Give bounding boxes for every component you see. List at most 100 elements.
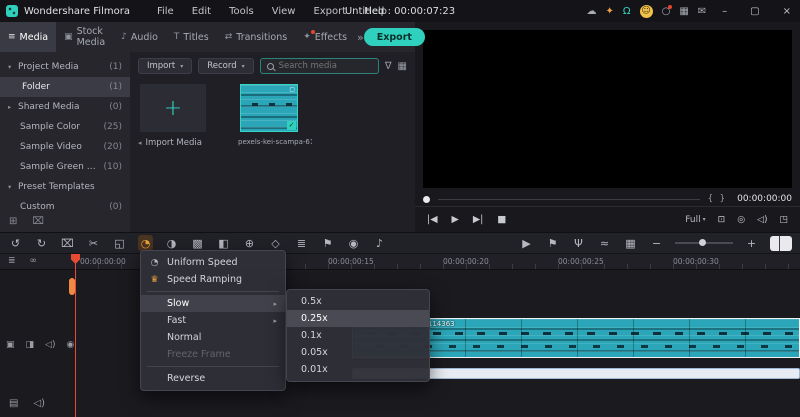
menubar-item-edit[interactable]: Edit (183, 6, 220, 17)
undo-button[interactable]: ↺ (8, 235, 23, 251)
tab-titles[interactable]: T Titles (166, 22, 217, 52)
audio-track-header-icon[interactable]: ▤ (9, 398, 18, 409)
redo-button[interactable]: ↻ (34, 235, 49, 251)
timeline-display-toggle[interactable] (770, 235, 792, 251)
track-solo-button[interactable]: ◉ (66, 340, 74, 350)
import-media-label[interactable]: ◂ Import Media (138, 138, 202, 148)
clip-trim-handle[interactable] (69, 278, 75, 295)
delete-folder-button[interactable]: ⌧ (32, 216, 44, 227)
render-preview-button[interactable]: ▶ (519, 235, 534, 251)
crop-button[interactable]: ◱ (112, 235, 127, 251)
tab-transitions[interactable]: ⇄ Transitions (217, 22, 295, 52)
sidebar-item-folder[interactable]: Folder (1) (0, 77, 130, 97)
tab-media[interactable]: ≡ Media (0, 22, 57, 52)
filter-button[interactable]: ∇ (385, 61, 392, 72)
audio-track-mute-button[interactable]: ◁) (33, 398, 45, 409)
mixer-panel-button[interactable]: ▦ (623, 235, 638, 251)
sidebar-item-custom[interactable]: Custom (0) (0, 197, 130, 217)
manage-tracks-button[interactable]: ≣ (8, 256, 16, 266)
feedback-mail-icon[interactable]: ✉ (698, 6, 706, 17)
track-options-button[interactable]: ▣ (6, 340, 15, 350)
volume-button[interactable]: ◁) (757, 215, 767, 225)
snapshot-button[interactable]: ◎ (737, 215, 745, 225)
new-folder-button[interactable]: ⊞ (9, 216, 17, 227)
track-height-button[interactable]: ◨ (26, 340, 35, 350)
sidebar-item-sample-green-screen[interactable]: Sample Green Screen (10) (0, 157, 130, 177)
submenu-item-0-05x[interactable]: 0.05x (287, 344, 429, 361)
tab-stock-media[interactable]: ▣ Stock Media (56, 22, 113, 52)
sidebar-item-project-media[interactable]: ▾ Project Media (1) (0, 57, 130, 77)
notifications-bell-icon[interactable]: ○ (662, 4, 672, 17)
grid-view-button[interactable]: ▦ (398, 61, 407, 72)
record-button-toolbar[interactable]: ◉ (346, 235, 361, 251)
more-tabs-button[interactable]: » (357, 31, 364, 44)
timeline-toolbar: ↺ ↻ ⌧ ✂ ◱ ◔ ◑ ▩ ◧ ⊕ ◇ ≣ ⚑ ◉ ♪ ▶ ⚑ Ψ ≈ ▦ … (0, 232, 800, 254)
menu-item-fast[interactable]: Fast ▸ (141, 312, 285, 329)
zoom-slider-handle[interactable] (699, 239, 706, 246)
timeline-ruler[interactable]: 00:00:00:00 00:00:00:15 00:00:00:20 00:0… (0, 254, 800, 270)
menu-item-normal[interactable]: Normal (141, 329, 285, 346)
stop-button[interactable]: ■ (497, 214, 506, 225)
marker-button[interactable]: ⚑ (320, 235, 335, 251)
playback-quality-dropdown[interactable]: Full ▾ (685, 215, 705, 225)
menu-item-slow[interactable]: Slow ▸ (141, 295, 285, 312)
motion-tracking-button[interactable]: ⊕ (242, 235, 257, 251)
mark-in-out-icons[interactable]: { } (708, 194, 728, 204)
sidebar-item-shared-media[interactable]: ▸ Shared Media (0) (0, 97, 130, 117)
menu-item-reverse[interactable]: Reverse (141, 370, 285, 387)
submenu-item-0-01x[interactable]: 0.01x (287, 361, 429, 378)
submenu-item-0-1x[interactable]: 0.1x (287, 327, 429, 344)
maximize-button[interactable]: ▢ (743, 6, 766, 17)
mask-button[interactable]: ▩ (190, 235, 205, 251)
delete-button[interactable]: ⌧ (60, 235, 75, 251)
menu-item-uniform-speed[interactable]: ◔ Uniform Speed (141, 254, 285, 271)
submenu-item-0-25x[interactable]: 0.25x (287, 310, 429, 327)
import-button[interactable]: Import ▾ (138, 58, 193, 74)
menu-item-speed-ramping[interactable]: ♛ Speed Ramping (141, 271, 285, 288)
menubar-item-view[interactable]: View (263, 6, 305, 17)
user-avatar[interactable]: ☺ (639, 4, 653, 18)
tab-effects[interactable]: ✦ Effects (295, 22, 355, 52)
split-button[interactable]: ✂ (86, 235, 101, 251)
keyframe-button[interactable]: ◇ (268, 235, 283, 251)
play-button[interactable]: ▶ (452, 214, 459, 225)
submenu-item-0-5x[interactable]: 0.5x (287, 293, 429, 310)
seek-track[interactable] (438, 198, 700, 200)
fit-to-screen-button[interactable]: ⊡ (718, 215, 726, 225)
audio-mixer-button[interactable]: ≣ (294, 235, 309, 251)
snap-toggle-button[interactable]: ∞ (30, 256, 38, 266)
menubar-item-file[interactable]: File (148, 6, 183, 17)
fullscreen-button[interactable]: ◳ (779, 215, 788, 225)
chroma-key-button[interactable]: ◧ (216, 235, 231, 251)
minimize-button[interactable]: – (715, 6, 734, 17)
track-mute-button[interactable]: ◁) (45, 340, 55, 350)
audio-stretch-button[interactable]: ≈ (597, 235, 612, 251)
audio-sync-button[interactable]: ♪ (372, 235, 387, 251)
sidebar-item-sample-video[interactable]: Sample Video (20) (0, 137, 130, 157)
next-frame-button[interactable]: ▶| (473, 214, 484, 225)
record-button[interactable]: Record ▾ (198, 58, 254, 74)
zoom-out-button[interactable]: − (649, 235, 664, 251)
workspace-layout-icon[interactable]: ▦ (679, 6, 688, 17)
close-button[interactable]: × (776, 6, 798, 17)
media-thumbnail[interactable]: ▢ ✓ (240, 84, 298, 132)
sidebar-item-preset-templates[interactable]: ▾ Preset Templates (0, 177, 130, 197)
promotion-icon[interactable]: ✦ (606, 6, 614, 17)
support-headset-icon[interactable]: Ω (623, 6, 631, 17)
search-input[interactable] (278, 61, 372, 71)
tab-label: Effects (314, 31, 348, 43)
speed-button[interactable]: ◔ (138, 235, 153, 251)
voiceover-button[interactable]: Ψ (571, 235, 586, 251)
sidebar-item-sample-color[interactable]: Sample Color (25) (0, 117, 130, 137)
tab-audio[interactable]: ♪ Audio (113, 22, 166, 52)
cloud-sync-icon[interactable]: ☁ (587, 6, 597, 17)
color-correction-button[interactable]: ◑ (164, 235, 179, 251)
add-marker-button[interactable]: ⚑ (545, 235, 560, 251)
zoom-in-button[interactable]: + (744, 235, 759, 251)
previous-frame-button[interactable]: |◀ (427, 214, 438, 225)
menubar-item-tools[interactable]: Tools (220, 6, 263, 17)
zoom-slider[interactable] (675, 239, 733, 246)
seek-handle[interactable] (423, 195, 430, 203)
import-media-tile[interactable]: + (140, 84, 206, 132)
export-button[interactable]: Export (363, 28, 425, 46)
